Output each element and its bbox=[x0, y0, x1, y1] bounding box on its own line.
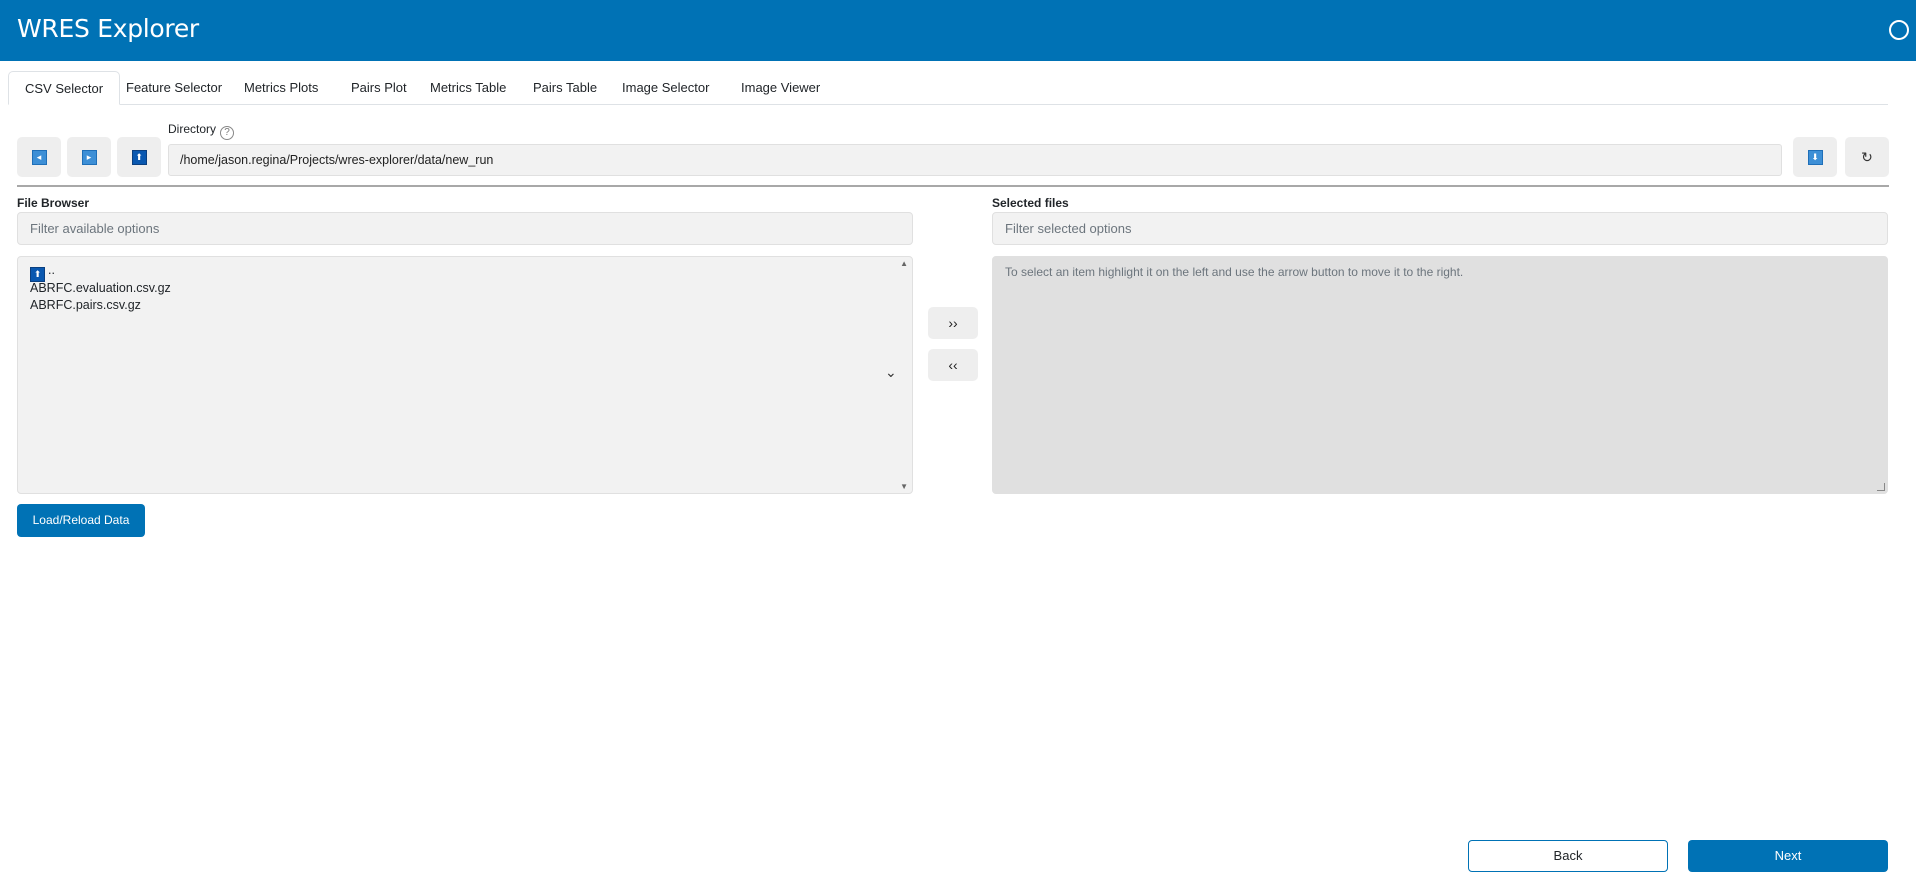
directory-input[interactable]: /home/jason.regina/Projects/wres-explore… bbox=[168, 144, 1782, 176]
tab-metrics-plots[interactable]: Metrics Plots bbox=[228, 71, 334, 105]
refresh-icon: ↻ bbox=[1861, 148, 1873, 165]
resize-handle-icon[interactable] bbox=[1877, 483, 1885, 491]
list-item[interactable]: ⬆.. bbox=[30, 263, 55, 282]
tab-feature-selector[interactable]: Feature Selector bbox=[110, 71, 238, 105]
list-item[interactable]: ABRFC.pairs.csv.gz bbox=[30, 298, 141, 312]
load-reload-button[interactable]: Load/Reload Data bbox=[17, 504, 145, 537]
move-right-button[interactable]: ›› bbox=[928, 307, 978, 339]
down-directory-button[interactable]: ⬇ bbox=[1793, 137, 1837, 177]
file-browser-label: File Browser bbox=[17, 196, 90, 210]
back-button[interactable]: Back bbox=[1468, 840, 1668, 872]
tab-csv-selector[interactable]: CSV Selector bbox=[8, 71, 121, 105]
tab-image-viewer[interactable]: Image Viewer bbox=[725, 71, 836, 105]
arrow-down-icon: ⬇ bbox=[1807, 149, 1823, 165]
tab-pairs-plot[interactable]: Pairs Plot bbox=[335, 71, 423, 105]
loading-indicator-icon bbox=[1889, 20, 1909, 40]
folder-up-icon: ⬆ bbox=[30, 267, 45, 282]
tab-image-selector[interactable]: Image Selector bbox=[606, 71, 725, 105]
tab-pairs-table[interactable]: Pairs Table bbox=[517, 71, 613, 105]
selected-files-textarea[interactable]: To select an item highlight it on the le… bbox=[992, 256, 1888, 494]
arrow-left-icon: ◂ bbox=[31, 149, 47, 165]
available-filter-input[interactable]: Filter available options bbox=[17, 212, 913, 245]
refresh-button[interactable]: ↻ bbox=[1845, 137, 1889, 177]
tab-bar: CSV Selector Feature Selector Metrics Pl… bbox=[8, 71, 1888, 105]
help-icon[interactable]: ? bbox=[220, 126, 235, 140]
app-title: WRES Explorer bbox=[17, 14, 199, 43]
app-header: WRES Explorer bbox=[0, 0, 1916, 61]
arrow-right-icon: ▸ bbox=[81, 149, 97, 165]
empty-message: To select an item highlight it on the le… bbox=[1005, 265, 1464, 279]
list-item[interactable]: ABRFC.evaluation.csv.gz bbox=[30, 281, 171, 295]
forward-directory-button[interactable]: ▸ bbox=[67, 137, 111, 177]
directory-label: Directory? bbox=[168, 122, 235, 140]
tab-metrics-table[interactable]: Metrics Table bbox=[414, 71, 522, 105]
arrow-up-icon: ⬆ bbox=[131, 149, 147, 165]
file-browser-list[interactable]: ⬆.. ABRFC.evaluation.csv.gz ABRFC.pairs.… bbox=[17, 256, 913, 494]
scroll-down-icon[interactable]: ▼ bbox=[900, 482, 908, 491]
up-directory-button[interactable]: ⬆ bbox=[117, 137, 161, 177]
move-left-button[interactable]: ‹‹ bbox=[928, 349, 978, 381]
scroll-up-icon[interactable]: ▲ bbox=[900, 259, 908, 268]
next-button[interactable]: Next bbox=[1688, 840, 1888, 872]
back-directory-button[interactable]: ◂ bbox=[17, 137, 61, 177]
selected-filter-input[interactable]: Filter selected options bbox=[992, 212, 1888, 245]
chevron-down-icon[interactable]: ⌄ bbox=[885, 364, 897, 381]
divider bbox=[17, 185, 1889, 187]
selected-files-label: Selected files bbox=[992, 196, 1069, 210]
